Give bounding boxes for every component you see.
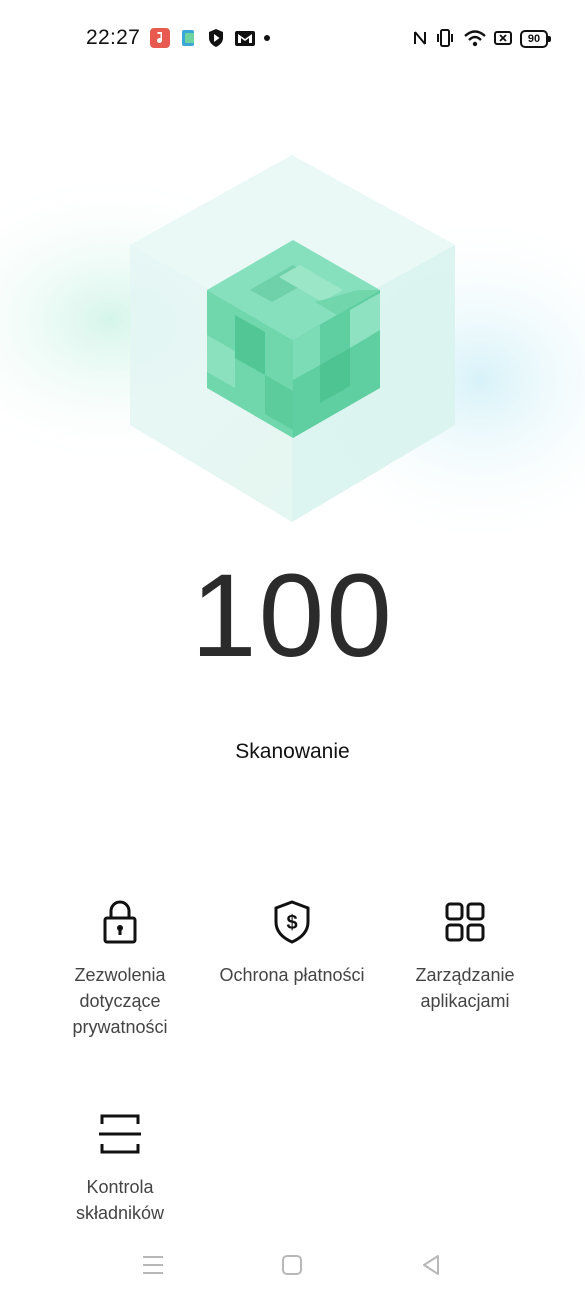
back-triangle-icon	[423, 1255, 439, 1275]
component-control-tile[interactable]: Kontrola składników	[25, 1110, 215, 1226]
security-score: 100	[191, 550, 394, 682]
payment-protection-label: Ochrona płatności	[197, 962, 387, 988]
back-button[interactable]	[411, 1250, 451, 1280]
recents-button[interactable]	[133, 1250, 173, 1280]
shield-dollar-icon: $	[274, 900, 310, 944]
status-bar: 22:27 90	[0, 0, 585, 76]
wifi-icon	[464, 30, 486, 47]
scan-frame-icon	[99, 1114, 141, 1154]
label-line: składników	[75, 1203, 165, 1223]
scan-button[interactable]: Skanowanie	[0, 740, 585, 764]
files-app-icon	[182, 30, 194, 46]
nfc-icon	[414, 31, 426, 45]
privacy-permissions-tile[interactable]: Zezwolenia dotyczące prywatności	[25, 898, 215, 1040]
clock: 22:27	[86, 26, 141, 49]
component-control-label: Kontrola składników	[25, 1174, 215, 1226]
payment-protection-tile[interactable]: $ Ochrona płatności	[197, 898, 387, 988]
grid-icon	[445, 902, 485, 942]
label-line: prywatności	[72, 1017, 168, 1037]
music-app-icon	[150, 28, 170, 48]
home-button[interactable]	[272, 1250, 312, 1280]
label-line: aplikacjami	[420, 991, 510, 1011]
battery-level: 90	[527, 33, 541, 45]
label-line: Kontrola	[86, 1177, 154, 1197]
label-line: Ochrona płatności	[219, 965, 365, 985]
svg-text:$: $	[286, 912, 297, 934]
play-shield-icon	[209, 29, 223, 47]
home-square-icon	[282, 1255, 302, 1275]
label-line: Zezwolenia	[74, 965, 166, 985]
gmail-icon	[235, 31, 255, 46]
app-management-tile[interactable]: Zarządzanie aplikacjami	[370, 898, 560, 1014]
no-sim-icon	[494, 31, 512, 45]
vibrate-icon	[437, 29, 453, 47]
navigation-bar	[0, 1240, 585, 1290]
dot-icon	[264, 35, 270, 41]
menu-icon	[143, 1256, 163, 1274]
lock-icon	[103, 900, 137, 944]
security-cube-illustration	[0, 155, 585, 550]
app-management-label: Zarządzanie aplikacjami	[370, 962, 560, 1014]
battery-icon: 90	[520, 30, 551, 48]
label-line: Zarządzanie	[415, 965, 515, 985]
label-line: dotyczące	[79, 991, 161, 1011]
privacy-permissions-label: Zezwolenia dotyczące prywatności	[25, 962, 215, 1040]
